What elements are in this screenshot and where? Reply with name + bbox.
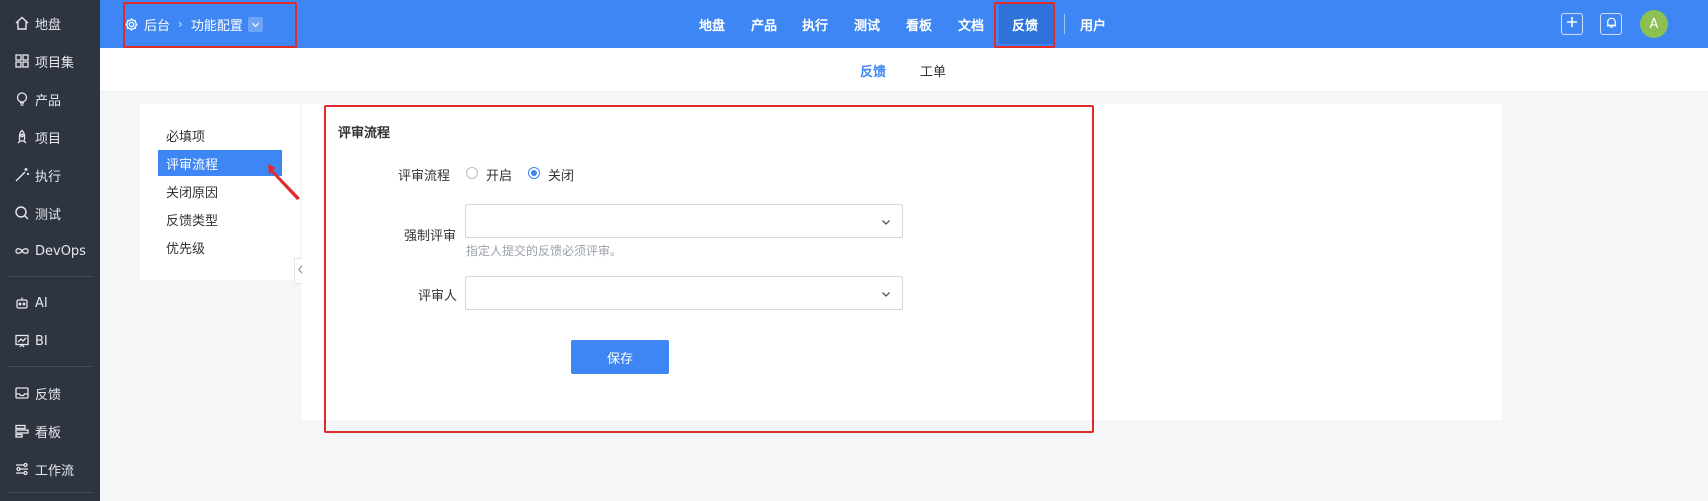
section-title: 评审流程 xyxy=(338,126,391,141)
sidebar-item-kanban[interactable]: 看板 xyxy=(0,416,100,446)
review-process-label: 评审流程 xyxy=(398,169,451,184)
nav-item-dashboard[interactable]: 地盘 xyxy=(699,0,725,48)
infinity-icon xyxy=(14,243,30,259)
sidebar-item-execution[interactable]: 执行 xyxy=(0,160,100,190)
sidebar-item-workflow[interactable]: 工作流 xyxy=(0,454,100,484)
sidebar-item-test[interactable]: 测试 xyxy=(0,198,100,228)
add-button[interactable] xyxy=(1561,13,1583,35)
grid-icon xyxy=(14,53,30,69)
nav-item-kanban[interactable]: 看板 xyxy=(906,0,932,48)
sidebar-divider xyxy=(8,366,92,367)
subnav-tab-ticket[interactable]: 工单 xyxy=(920,48,946,92)
workflow-icon xyxy=(14,461,30,477)
sidebar-item-devops[interactable]: DevOps xyxy=(0,236,100,266)
wand-icon xyxy=(14,167,30,183)
radio-disable[interactable] xyxy=(528,167,540,179)
menu-item-priority[interactable]: 优先级 xyxy=(158,234,282,260)
kanban-icon xyxy=(14,423,30,439)
forced-review-select[interactable] xyxy=(465,204,903,238)
chevron-down-icon xyxy=(882,220,890,225)
chevron-right-icon: › xyxy=(178,17,183,31)
menu-item-required-fields[interactable]: 必填项 xyxy=(158,122,282,148)
home-icon xyxy=(14,15,30,31)
sidebar-item-dashboard[interactable]: 地盘 xyxy=(0,8,100,38)
chevron-down-icon xyxy=(882,292,890,297)
radio-disable-label: 关闭 xyxy=(548,169,575,184)
reviewer-label: 评审人 xyxy=(418,289,458,304)
breadcrumb-root-link[interactable]: 后台 xyxy=(144,15,170,34)
sidebar-item-product[interactable]: 产品 xyxy=(0,84,100,114)
sidebar-item-programs[interactable]: 项目集 xyxy=(0,46,100,76)
lightbulb-icon xyxy=(14,91,30,107)
inbox-icon xyxy=(14,385,30,401)
nav-item-docs[interactable]: 文档 xyxy=(958,0,984,48)
forced-review-label: 强制评审 xyxy=(404,229,457,244)
gear-icon xyxy=(124,17,139,32)
notifications-button[interactable] xyxy=(1600,13,1622,35)
nav-item-users[interactable]: 用户 xyxy=(1080,0,1106,48)
sidebar-divider xyxy=(8,276,92,277)
plus-icon xyxy=(1566,16,1578,32)
rocket-icon xyxy=(14,129,30,145)
robot-icon xyxy=(14,295,30,311)
nav-item-product[interactable]: 产品 xyxy=(751,0,777,48)
sub-navigation: 反馈 工单 xyxy=(100,48,1708,92)
nav-item-feedback[interactable]: 反馈 xyxy=(1012,0,1038,48)
radio-enable[interactable] xyxy=(466,167,478,179)
sidebar-item-bi[interactable]: BI xyxy=(0,326,100,356)
sidebar-item-ai[interactable]: AI xyxy=(0,288,100,318)
chart-board-icon xyxy=(14,333,30,349)
subnav-tab-feedback[interactable]: 反馈 xyxy=(860,48,886,92)
forced-review-hint: 指定人提交的反馈必须评审。 xyxy=(466,244,623,258)
nav-item-execution[interactable]: 执行 xyxy=(802,0,828,48)
top-navigation-bar: 后台 › 功能配置 地盘 产品 执行 测试 看板 文档 反馈 用户 A xyxy=(100,0,1708,48)
nav-item-test[interactable]: 测试 xyxy=(854,0,880,48)
sidebar-divider xyxy=(8,492,92,493)
reviewer-select[interactable] xyxy=(465,276,903,310)
nav-divider xyxy=(1064,14,1065,34)
chevron-down-icon[interactable] xyxy=(247,16,263,32)
sidebar-item-project[interactable]: 项目 xyxy=(0,122,100,152)
sidebar-item-feedback[interactable]: 反馈 xyxy=(0,378,100,408)
breadcrumb: 后台 › 功能配置 xyxy=(124,0,263,48)
user-avatar[interactable]: A xyxy=(1640,10,1668,38)
review-settings-panel: 评审流程 评审流程 开启 关闭 强制评审 指定人提交的反馈必须评审。 评审人 xyxy=(302,104,1502,420)
save-button[interactable]: 保存 xyxy=(571,340,669,374)
search-icon xyxy=(14,205,30,221)
radio-enable-label: 开启 xyxy=(486,169,513,184)
main-sidebar: 地盘 项目集 产品 项目 执行 测试 DevOps AI BI 反馈 看板 工作… xyxy=(0,0,100,501)
breadcrumb-current: 功能配置 xyxy=(190,18,243,34)
menu-item-feedback-type[interactable]: 反馈类型 xyxy=(158,206,282,232)
bell-icon xyxy=(1605,16,1618,33)
